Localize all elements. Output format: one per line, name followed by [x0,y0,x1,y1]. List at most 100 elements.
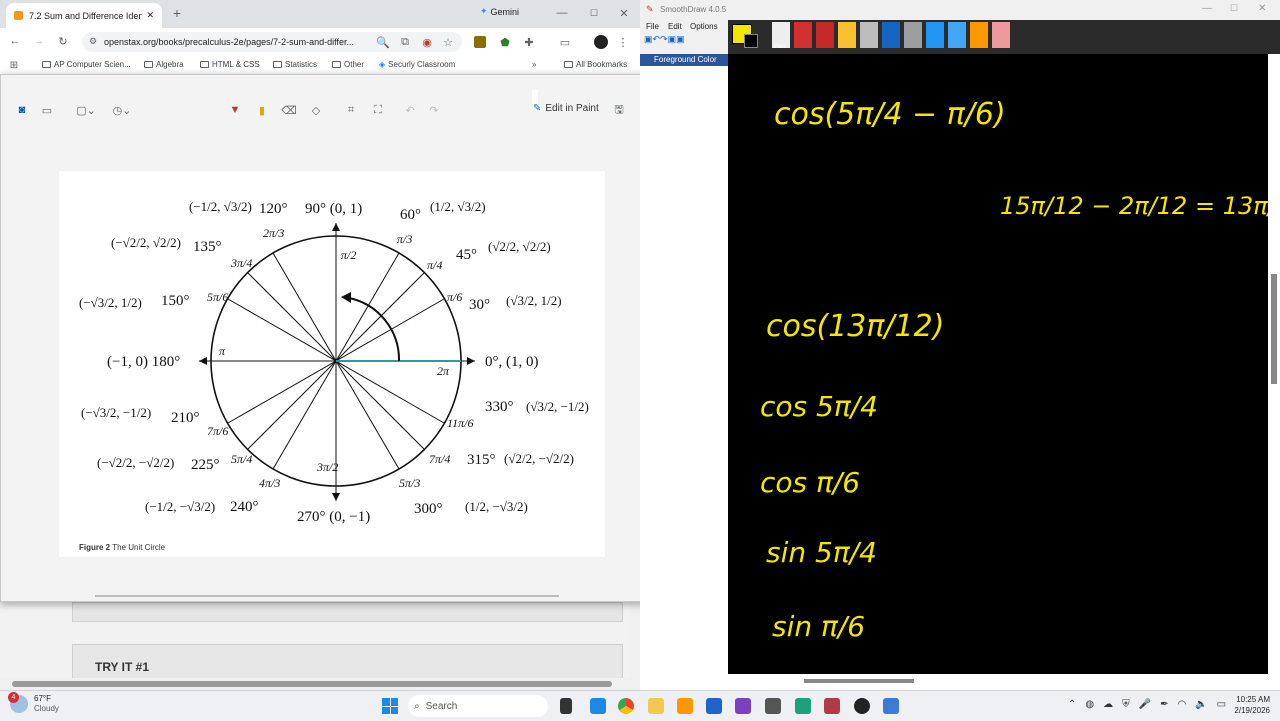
redo-icon[interactable]: ↷ [426,102,442,118]
more-bookmarks-icon[interactable]: » [532,60,536,69]
horizontal-scrollbar[interactable] [0,678,640,690]
notepad-app-icon[interactable] [590,698,606,714]
chevron-up-icon[interactable]: ⌃ [1068,699,1076,710]
pencil-brush-icon[interactable] [838,22,856,48]
angle-label: 240° [230,499,259,515]
extension-red-icon[interactable]: ◉ [420,35,434,49]
crayon-brush-icon[interactable] [816,22,834,48]
eraser-icon[interactable]: ⌫ [281,102,297,118]
mic-icon[interactable]: 🎤 [1139,699,1151,710]
bookmark-item[interactable]: HTML & CSS [200,60,260,69]
extension-icon[interactable] [474,36,486,48]
delay-icon[interactable]: ◷⌄ [111,102,133,118]
close-icon[interactable]: ✕ [1258,3,1266,14]
undo-icon[interactable]: ↶ [402,102,418,118]
extensions-puzzle-icon[interactable]: ✚ [522,35,536,49]
star-brush-icon[interactable] [970,22,988,48]
forward-icon[interactable]: → [32,34,46,48]
shapes-icon[interactable]: ◇ [308,102,324,118]
bookmark-item[interactable]: Statistics [273,60,317,69]
canvas-hscrollbar-thumb[interactable] [804,679,914,683]
visual-studio-icon[interactable] [735,698,751,714]
maximize-icon[interactable]: ☐ [588,6,600,20]
new-tab-icon[interactable]: + [170,5,184,21]
fill-brush-icon[interactable] [926,22,944,48]
marker-brush-icon[interactable] [794,22,812,48]
canvas-scrollbar-thumb[interactable] [1271,274,1277,384]
all-bookmarks[interactable]: All Bookmarks [564,60,627,69]
minimize-icon[interactable]: — [1202,3,1212,14]
snip-hscrollbar[interactable] [95,595,559,597]
brush-icon[interactable] [860,22,878,48]
back-icon[interactable]: ← [8,34,22,48]
toolbar-quick-icons[interactable]: ▣↶↷▣▣ [644,34,685,45]
bookmark-item[interactable]: AP Computer Scien... [42,60,131,69]
pen-icon[interactable]: ✒ [1160,699,1168,710]
task-view-icon[interactable] [560,698,572,714]
start-icon[interactable] [382,698,398,714]
menu-file[interactable]: File [646,22,659,31]
record-app-icon[interactable] [854,698,870,714]
extension-green-icon[interactable]: ⬟ [498,35,512,49]
app-red-icon[interactable] [824,698,840,714]
menu-options[interactable]: Options [690,22,718,31]
gemini-button[interactable]: ✦ Gemini [480,6,519,17]
snipping-tool-window: — ☐ ✕ ◙ ▭ ▢⌄ ◷⌄ ▼ ▮ ⌫ ◇ ⌗ ⛶ ↶ ↷ ✎ Edit i… [0,74,726,602]
notification-badge: 4 [8,692,19,703]
eraser-brush-icon[interactable] [904,22,922,48]
clock[interactable]: 10:25 AM 2/19/2026 [1200,694,1270,716]
edit-in-paint-button[interactable]: ✎ Edit in Paint [533,103,599,114]
snip-shape-icon[interactable]: ▢⌄ [75,102,97,118]
chrome-app-icon[interactable] [618,698,634,714]
canvas-hscrollbar[interactable] [728,674,1268,690]
cast-icon[interactable]: ▭ [558,35,572,49]
security-icon[interactable]: ⛨ [1122,699,1130,710]
profile-avatar[interactable] [594,35,608,49]
ballpoint-pen-icon[interactable]: ▼ [227,102,243,118]
outlook-app-icon[interactable] [706,698,722,714]
zoom-icon[interactable]: 🔍 [376,35,390,49]
bookmark-item[interactable]: Algebra [144,60,184,69]
install-icon[interactable]: ⧉ [398,35,412,49]
airbrush-icon[interactable] [882,22,900,48]
drawing-canvas[interactable]: cos(5π/4 − π/6) 15π/12 − 2π/12 = 13π/12 … [728,54,1280,674]
bookmark-item[interactable]: Other [332,60,364,69]
tab-active[interactable]: 7.2 Sum and Difference Identiti ✕ [6,3,162,28]
weather-widget[interactable]: 4 67°F Cloudy [8,692,59,714]
screenshot-mode-icon[interactable]: ◙ [14,102,30,118]
taskbar-search[interactable]: ⌕ Search [408,695,548,717]
weather-temp: 67°F [34,694,51,703]
site-info-icon[interactable]: ⚙ [89,36,97,47]
crop-icon[interactable]: ⌗ [343,102,359,118]
menu-kebab-icon[interactable]: ⋮ [618,35,629,49]
text-actions-icon[interactable]: ⛶ [370,102,386,118]
folder-icon [200,61,209,68]
close-window-icon[interactable]: ✕ [618,6,630,20]
wifi-icon[interactable]: ◠ [1177,699,1186,710]
minimize-icon[interactable]: — [556,6,568,20]
scrollbar-thumb[interactable] [12,681,612,687]
background-color-swatch[interactable] [744,34,758,48]
file-explorer-icon[interactable] [648,698,664,714]
onedrive-icon[interactable]: ☁ [1103,699,1113,710]
highlighter-icon[interactable]: ▮ [254,102,270,118]
apps-grid-icon[interactable]: ⊞ [8,59,20,71]
blur-brush-icon[interactable] [948,22,966,48]
menu-edit[interactable]: Edit [668,22,682,31]
bookmark-star-icon[interactable]: ☆ [441,35,455,49]
bookmark-item[interactable]: ◈ Securly Classroom [379,60,455,69]
vlc-app-icon[interactable] [677,698,693,714]
network-icon[interactable]: ◍ [1085,699,1094,710]
reload-icon[interactable]: ↻ [56,34,70,48]
github-app-icon[interactable] [765,698,781,714]
video-mode-icon[interactable]: ▭ [39,102,55,118]
maximize-icon[interactable]: ☐ [1230,3,1238,14]
canvas-scrollbar[interactable] [1268,54,1280,690]
tab-close-icon[interactable]: ✕ [146,10,154,21]
bookmark-label: Other [344,60,365,69]
save-icon[interactable]: 🖫 [611,102,627,118]
snipping-tool-app-icon[interactable] [883,698,899,714]
vertical-scrollbar[interactable] [630,602,640,690]
smudge-brush-icon[interactable] [992,22,1010,48]
app-green-icon[interactable] [795,698,811,714]
